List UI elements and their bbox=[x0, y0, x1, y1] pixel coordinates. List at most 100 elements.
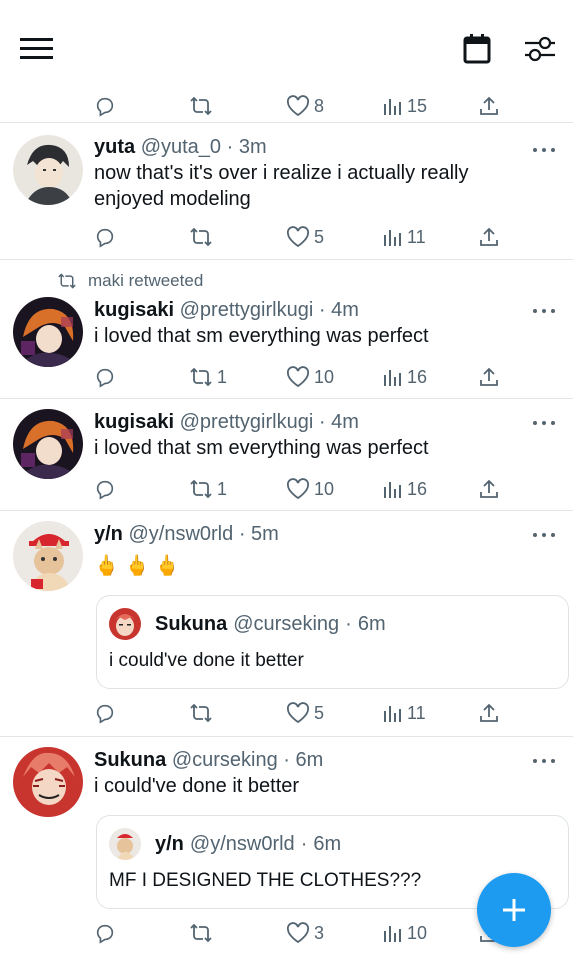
quoted-tweet-text: i could've done it better bbox=[109, 650, 304, 671]
reply-icon bbox=[96, 924, 114, 944]
like-button[interactable]: 8 bbox=[286, 90, 324, 122]
separator-dot: · bbox=[226, 136, 234, 158]
views-button[interactable]: 11 bbox=[383, 219, 426, 255]
like-button[interactable]: 10 bbox=[286, 359, 334, 395]
reply-button[interactable] bbox=[94, 695, 116, 731]
reply-button[interactable] bbox=[94, 471, 116, 507]
tweet[interactable]: y/n @y/nsw0rld · 5m 🖕 🖕 🖕 Sukuna @cursek… bbox=[0, 510, 573, 736]
share-icon bbox=[480, 479, 498, 498]
display-name[interactable]: Sukuna bbox=[94, 749, 166, 771]
timestamp[interactable]: 4m bbox=[331, 411, 359, 433]
tweet-header: kugisaki @prettygirlkugi · 4m bbox=[94, 297, 527, 323]
share-button[interactable] bbox=[478, 471, 500, 507]
share-button[interactable] bbox=[478, 219, 500, 255]
reply-button[interactable] bbox=[94, 219, 116, 255]
reply-button[interactable] bbox=[94, 915, 116, 951]
tweet-header: yuta @yuta_0 · 3m bbox=[94, 134, 527, 160]
retweet-icon bbox=[190, 703, 212, 723]
view-count: 16 bbox=[407, 366, 428, 387]
retweet-button[interactable]: 1 bbox=[189, 359, 227, 395]
retweeted-by-label: maki retweeted bbox=[88, 271, 204, 290]
quoted-display-name: Sukuna bbox=[155, 612, 228, 635]
plus-compose-icon bbox=[503, 899, 525, 921]
timestamp[interactable]: 4m bbox=[331, 299, 359, 321]
timestamp[interactable]: 6m bbox=[296, 749, 324, 771]
share-icon bbox=[480, 96, 498, 115]
timestamp[interactable]: 3m bbox=[239, 136, 267, 158]
retweet-button[interactable] bbox=[189, 219, 213, 255]
reply-icon bbox=[96, 704, 114, 724]
display-name[interactable]: yuta bbox=[94, 136, 135, 158]
reply-button[interactable] bbox=[94, 90, 116, 122]
analytics-bars-icon bbox=[384, 926, 401, 942]
more-options-icon[interactable] bbox=[533, 306, 555, 316]
views-button[interactable]: 15 bbox=[383, 90, 427, 122]
retweet-count: 1 bbox=[217, 366, 228, 387]
more-options-icon[interactable] bbox=[533, 418, 555, 428]
like-count: 10 bbox=[314, 478, 335, 499]
analytics-bars-icon bbox=[384, 370, 401, 386]
quoted-tweet[interactable]: Sukuna @curseking · 6m i could've done i… bbox=[96, 595, 569, 689]
reply-button[interactable] bbox=[94, 359, 116, 395]
avatar[interactable] bbox=[13, 409, 83, 479]
reply-icon bbox=[96, 97, 114, 117]
avatar[interactable] bbox=[13, 747, 83, 817]
like-button[interactable]: 10 bbox=[286, 471, 334, 507]
heart-icon bbox=[286, 922, 310, 944]
separator-dot: · bbox=[300, 832, 308, 855]
quoted-tweet-header: y/n @y/nsw0rld · 6m bbox=[109, 828, 556, 860]
like-button[interactable]: 5 bbox=[286, 219, 324, 255]
calendar-icon[interactable] bbox=[460, 32, 494, 66]
view-count: 15 bbox=[407, 95, 428, 116]
like-button[interactable]: 3 bbox=[286, 915, 324, 951]
share-icon bbox=[480, 367, 498, 386]
username[interactable]: @y/nsw0rld bbox=[128, 523, 233, 545]
like-count: 5 bbox=[314, 226, 325, 247]
retweet-button[interactable] bbox=[189, 90, 213, 122]
timestamp[interactable]: 5m bbox=[251, 523, 279, 545]
share-button[interactable] bbox=[478, 359, 500, 395]
tweet[interactable]: kugisaki @prettygirlkugi · 4m i loved th… bbox=[0, 398, 573, 510]
like-count: 3 bbox=[314, 922, 325, 943]
display-name[interactable]: kugisaki bbox=[94, 299, 174, 321]
view-count: 11 bbox=[407, 226, 426, 247]
views-button[interactable]: 16 bbox=[383, 359, 427, 395]
retweet-button[interactable]: 1 bbox=[189, 471, 227, 507]
share-icon bbox=[480, 227, 498, 246]
hamburger-menu-icon[interactable] bbox=[20, 34, 54, 64]
more-options-icon[interactable] bbox=[533, 145, 555, 155]
retweet-context[interactable]: maki retweeted bbox=[56, 271, 203, 291]
like-button[interactable]: 5 bbox=[286, 695, 324, 731]
heart-icon bbox=[286, 226, 310, 248]
more-options-icon[interactable] bbox=[533, 756, 555, 766]
username[interactable]: @prettygirlkugi bbox=[180, 411, 314, 433]
tweet[interactable]: maki retweeted kugisaki @prettygirlkugi … bbox=[0, 259, 573, 398]
username[interactable]: @yuta_0 bbox=[141, 136, 221, 158]
views-button[interactable]: 16 bbox=[383, 471, 427, 507]
share-button[interactable] bbox=[478, 695, 500, 731]
quoted-username: @curseking bbox=[233, 612, 340, 635]
tweet-actions: 1 10 16 bbox=[0, 471, 573, 507]
more-options-icon[interactable] bbox=[533, 530, 555, 540]
share-button[interactable] bbox=[478, 90, 500, 122]
retweet-icon bbox=[190, 923, 212, 943]
heart-icon bbox=[286, 702, 310, 724]
display-name[interactable]: kugisaki bbox=[94, 411, 174, 433]
avatar[interactable] bbox=[13, 135, 83, 205]
separator-dot: · bbox=[318, 411, 326, 433]
views-button[interactable]: 10 bbox=[383, 915, 427, 951]
compose-button[interactable] bbox=[477, 873, 551, 947]
retweet-button[interactable] bbox=[189, 695, 213, 731]
tweet[interactable]: yuta @yuta_0 · 3m now that's it's over i… bbox=[0, 122, 573, 259]
username[interactable]: @curseking bbox=[172, 749, 278, 771]
retweet-button[interactable] bbox=[189, 915, 213, 951]
tweet-actions: 5 11 bbox=[0, 219, 573, 255]
display-name[interactable]: y/n bbox=[94, 523, 123, 545]
avatar[interactable] bbox=[13, 297, 83, 367]
retweet-icon bbox=[190, 479, 212, 499]
avatar[interactable] bbox=[13, 521, 83, 591]
username[interactable]: @prettygirlkugi bbox=[180, 299, 314, 321]
sliders-filter-icon[interactable] bbox=[522, 32, 558, 66]
views-button[interactable]: 11 bbox=[383, 695, 426, 731]
tweet-text: now that's it's over i realize i actuall… bbox=[94, 162, 469, 210]
